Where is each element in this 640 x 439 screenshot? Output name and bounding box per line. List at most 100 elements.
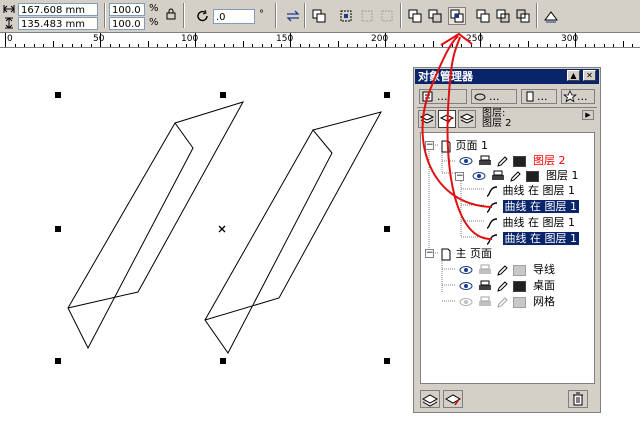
scale-x-percent: % bbox=[149, 3, 159, 14]
toolbar-separator bbox=[304, 3, 306, 28]
tree-curve-item-selected[interactable]: 曲线 在 图层 1 bbox=[486, 231, 579, 246]
eye-hidden-icon[interactable] bbox=[459, 296, 473, 308]
scale-y-percent: % bbox=[149, 17, 159, 28]
layer-color-swatch[interactable] bbox=[512, 264, 526, 276]
eye-icon[interactable] bbox=[459, 264, 473, 276]
pencil-icon[interactable] bbox=[496, 264, 508, 276]
height-input[interactable]: 135.483 mm bbox=[18, 17, 98, 30]
pencil-icon[interactable] bbox=[496, 155, 508, 167]
combine-button bbox=[378, 7, 396, 25]
object-manager-docker: 对象管理器 ▲ ✕ ... ... ... ... 图层: 图层 2 ▶ − 页… bbox=[413, 67, 601, 413]
delete-trash-icon[interactable] bbox=[568, 390, 588, 408]
back-minus-front-button[interactable] bbox=[514, 7, 532, 25]
minimize-button[interactable]: ▲ bbox=[567, 70, 580, 81]
layer-2-label: 图层 2 bbox=[533, 154, 566, 167]
simplify-button[interactable] bbox=[474, 7, 492, 25]
edit-across-layers-button[interactable]: ... bbox=[471, 89, 517, 104]
layer-color-swatch[interactable] bbox=[512, 155, 526, 167]
eye-icon[interactable] bbox=[459, 280, 473, 292]
toolbar-separator bbox=[275, 3, 277, 28]
dropdown-dots: ... bbox=[437, 90, 448, 103]
tree-curve-item[interactable]: 曲线 在 图层 1 bbox=[486, 215, 575, 230]
tree-layer-1[interactable]: 图层 1 bbox=[472, 168, 579, 183]
printer-icon[interactable] bbox=[478, 296, 492, 308]
weld-button[interactable] bbox=[406, 7, 424, 25]
tree-curve-item[interactable]: 曲线 在 图层 1 bbox=[486, 183, 575, 198]
trim-button[interactable] bbox=[426, 7, 444, 25]
tree-page-1[interactable]: 页面 1 bbox=[441, 138, 488, 153]
rotation-input[interactable]: .0 bbox=[213, 9, 255, 24]
eye-icon[interactable] bbox=[459, 155, 473, 167]
ruler-label: 250 bbox=[466, 34, 484, 44]
handle-top-right bbox=[384, 92, 390, 98]
tree-master-page[interactable]: 主 页面 bbox=[441, 246, 492, 261]
handle-top-center bbox=[220, 92, 226, 98]
front-minus-back-button[interactable] bbox=[494, 7, 512, 25]
layer-header: 图层: 图层 2 ▶ bbox=[418, 109, 596, 130]
printer-icon[interactable] bbox=[491, 170, 505, 182]
printer-icon[interactable] bbox=[478, 280, 492, 292]
layer-1-label: 图层 1 bbox=[546, 169, 579, 182]
width-input[interactable]: 167.608 mm bbox=[18, 3, 98, 16]
toolbar-separator bbox=[104, 3, 106, 28]
convert-to-curves-button[interactable] bbox=[542, 7, 560, 25]
intersect-button[interactable] bbox=[448, 7, 466, 25]
star-options-button[interactable]: ... bbox=[561, 89, 595, 104]
guides-label: 导线 bbox=[533, 263, 555, 276]
flyout-menu-arrow-icon[interactable]: ▶ bbox=[582, 110, 594, 120]
new-master-layer-button[interactable] bbox=[443, 390, 463, 408]
layer-color-swatch[interactable] bbox=[525, 170, 539, 182]
master-layer-icon[interactable] bbox=[458, 110, 476, 128]
layer-color-swatch[interactable] bbox=[512, 296, 526, 308]
handle-bottom-center bbox=[220, 358, 226, 364]
scale-y-input[interactable]: 100.0 bbox=[109, 17, 145, 30]
page-icon bbox=[441, 248, 451, 260]
new-layer-button[interactable] bbox=[420, 390, 440, 408]
collapse-toggle[interactable]: − bbox=[425, 249, 434, 258]
rotation-center-icon[interactable] bbox=[218, 225, 226, 233]
drawing-canvas[interactable] bbox=[0, 48, 410, 439]
mirror-button[interactable] bbox=[284, 7, 302, 25]
layers-icon[interactable] bbox=[418, 110, 436, 128]
handle-middle-left bbox=[55, 226, 61, 232]
lock-ratio-icon[interactable] bbox=[166, 8, 176, 23]
tree-guides-layer[interactable]: 导线 bbox=[459, 262, 555, 277]
tree-layer-2[interactable]: 图层 2 bbox=[459, 153, 566, 168]
ruler-label: 100 bbox=[181, 34, 199, 44]
ungroup-button[interactable] bbox=[337, 7, 355, 25]
printer-icon[interactable] bbox=[478, 155, 492, 167]
eye-icon[interactable] bbox=[472, 170, 486, 182]
collapse-toggle[interactable]: − bbox=[455, 172, 464, 181]
page-1-label: 页面 1 bbox=[455, 139, 489, 152]
object-tree[interactable]: − 页面 1 图层 2 − 图层 1 曲线 在 图层 1 曲线 在 图层 1 曲… bbox=[420, 132, 595, 384]
master-page-label: 主 页面 bbox=[455, 247, 493, 260]
curve-label: 曲线 在 图层 1 bbox=[502, 216, 576, 229]
layer-edit-icon[interactable] bbox=[438, 110, 456, 128]
printer-icon[interactable] bbox=[478, 264, 492, 276]
curve-icon bbox=[486, 218, 498, 229]
pencil-icon[interactable] bbox=[496, 296, 508, 308]
close-button[interactable]: ✕ bbox=[583, 70, 596, 81]
ruler-label: 0 bbox=[7, 34, 13, 44]
toolbar-separator bbox=[400, 3, 402, 28]
dropdown-dots: ... bbox=[489, 90, 500, 103]
docker-toolbar: ... ... ... ... bbox=[417, 87, 597, 108]
scale-x-input[interactable]: 100.0 bbox=[109, 3, 145, 16]
show-properties-button[interactable]: ... bbox=[419, 89, 467, 104]
horizontal-ruler: 0 50 100 150 200 250 300 bbox=[0, 33, 640, 48]
desktop-label: 桌面 bbox=[533, 279, 555, 292]
left-curve-shape[interactable] bbox=[67, 101, 245, 350]
tree-desktop-layer[interactable]: 桌面 bbox=[459, 278, 555, 293]
pencil-icon[interactable] bbox=[509, 170, 521, 182]
tree-curve-item-selected[interactable]: 曲线 在 图层 1 bbox=[486, 199, 579, 214]
ruler-label: 150 bbox=[276, 34, 294, 44]
layer-color-swatch[interactable] bbox=[512, 280, 526, 292]
group-button[interactable] bbox=[310, 7, 328, 25]
right-curve-shape[interactable] bbox=[204, 111, 382, 354]
collapse-toggle[interactable]: − bbox=[425, 141, 434, 150]
handle-bottom-right bbox=[384, 358, 390, 364]
handle-bottom-left bbox=[55, 358, 61, 364]
pencil-icon[interactable] bbox=[496, 280, 508, 292]
tree-grid-layer[interactable]: 网格 bbox=[459, 294, 555, 309]
layer-manager-view-button[interactable]: ... bbox=[521, 89, 557, 104]
